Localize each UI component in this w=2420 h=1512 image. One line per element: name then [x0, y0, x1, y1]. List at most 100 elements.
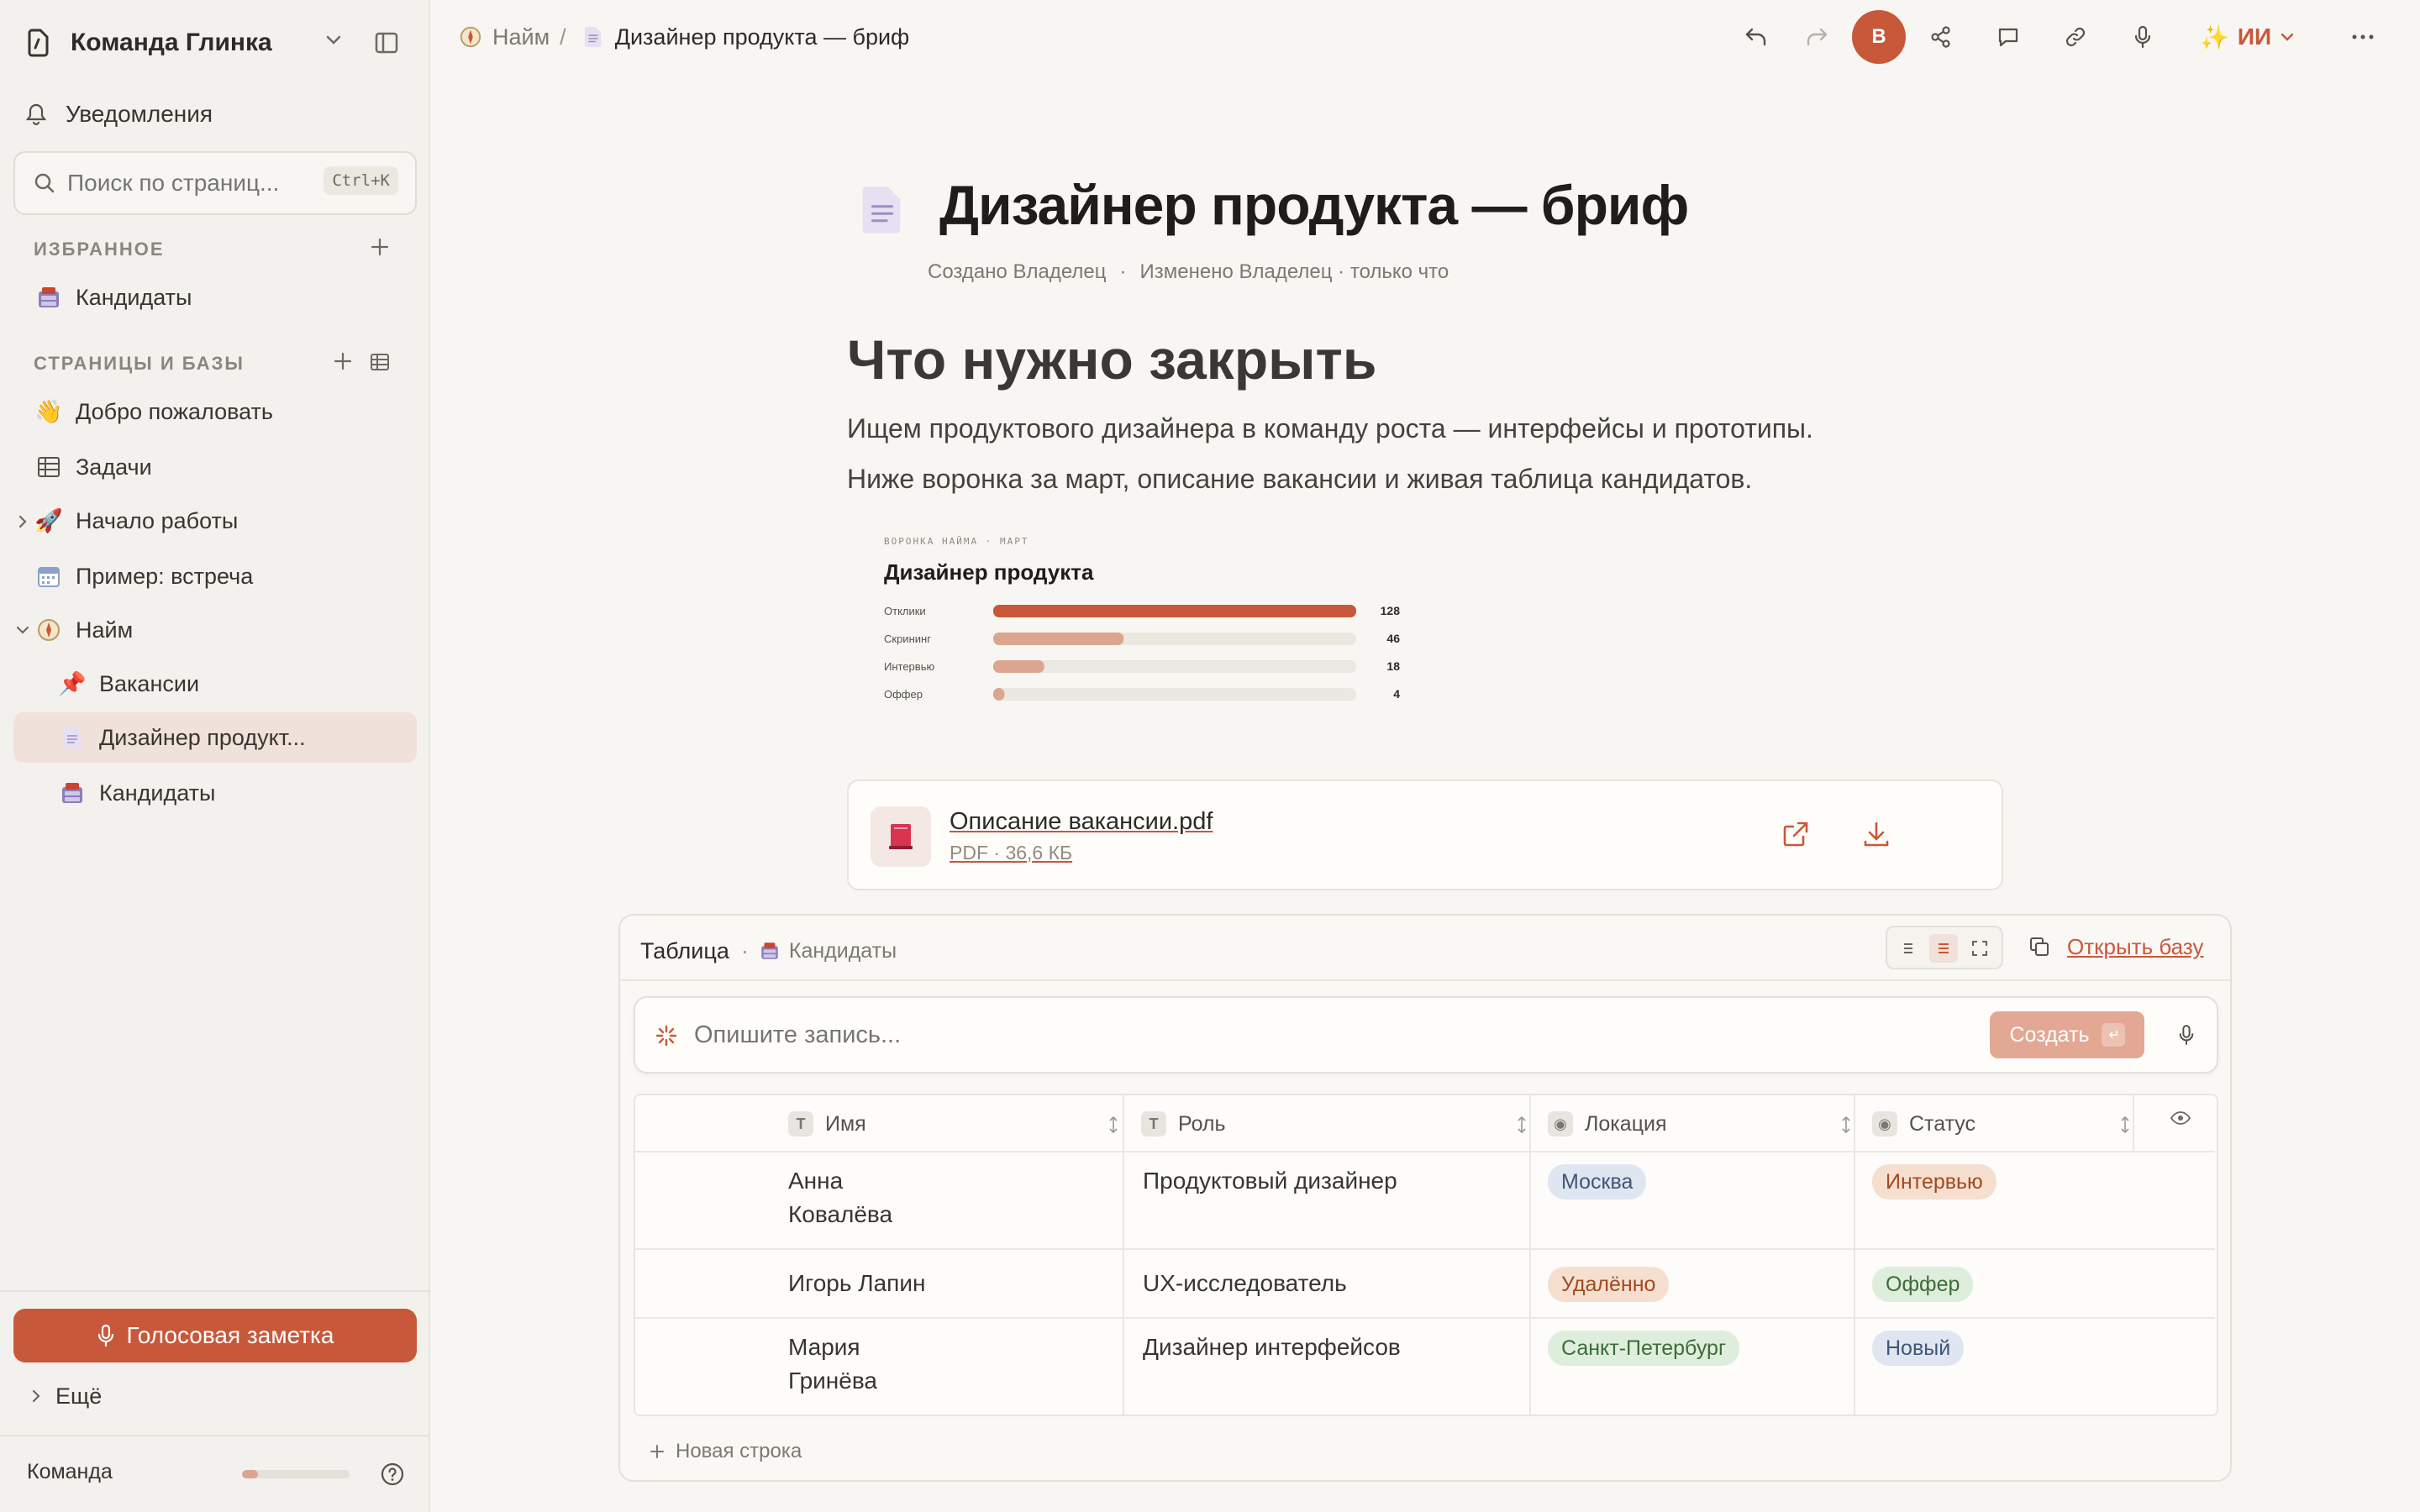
- microphone-icon[interactable]: [2178, 1023, 2195, 1047]
- search-icon: [34, 172, 55, 194]
- add-favorite-icon[interactable]: [370, 237, 390, 257]
- breadcrumb-current[interactable]: Дизайнер продукта — бриф: [615, 24, 910, 50]
- fullscreen-icon[interactable]: [1971, 940, 1988, 957]
- record-prompt-bar: Создать: [634, 996, 2218, 1074]
- sidebar-item-vacancies[interactable]: 📌 Вакансии: [13, 659, 417, 709]
- status-tag: Новый: [1872, 1331, 1965, 1366]
- link-icon[interactable]: [2055, 17, 2096, 57]
- page-title[interactable]: Дизайнер продукта — бриф: [939, 173, 1689, 237]
- new-row-button[interactable]: Новая строка: [649, 1435, 802, 1468]
- rocket-icon: 🚀: [34, 508, 63, 533]
- more-options-icon[interactable]: [2343, 17, 2383, 57]
- search-box[interactable]: Ctrl+K: [13, 151, 417, 215]
- sidebar-item-label: Дизайнер продукт...: [99, 724, 306, 750]
- chevron-down-icon[interactable]: [324, 34, 343, 47]
- avatar-letter: В: [1871, 25, 1886, 48]
- chevron-right-icon: [30, 1389, 42, 1404]
- record-prompt-input[interactable]: [694, 1016, 1954, 1053]
- database-source[interactable]: Кандидаты: [789, 939, 897, 963]
- header-separator: ·: [740, 937, 749, 963]
- paragraph[interactable]: Ниже воронка за март, описание вакансии …: [847, 464, 1752, 495]
- search-input[interactable]: [67, 170, 311, 197]
- density-switch: [1886, 926, 2003, 969]
- sidebar-item-hiring[interactable]: Найм: [13, 605, 417, 655]
- cabinet-icon: [34, 282, 64, 312]
- open-database-link[interactable]: Открыть базу: [2067, 934, 2203, 960]
- add-page-icon[interactable]: [333, 351, 353, 371]
- density-default-icon[interactable]: [1929, 934, 1958, 963]
- create-label: Создать: [2009, 1022, 2090, 1047]
- cell-role: Дизайнер интерфейсов: [1143, 1334, 1401, 1360]
- sparkle-icon: ✨: [2200, 24, 2229, 50]
- add-database-icon[interactable]: [370, 352, 390, 372]
- status-tag: Оффер: [1872, 1267, 1974, 1302]
- undo-icon[interactable]: [1736, 17, 1776, 57]
- sort-icon[interactable]: [2119, 1116, 2131, 1134]
- sort-icon[interactable]: [1107, 1116, 1119, 1134]
- funnel-title: Дизайнер продукта: [884, 559, 1094, 585]
- sidebar-item-label: Вакансии: [99, 670, 200, 696]
- avatar[interactable]: В: [1852, 10, 1906, 64]
- redo-icon[interactable]: [1797, 17, 1837, 57]
- notifications-item[interactable]: Уведомления: [25, 96, 213, 133]
- sidebar-item-welcome[interactable]: 👋 Добро пожаловать: [13, 386, 417, 437]
- text-type-icon: T: [788, 1111, 813, 1137]
- cell-status: Интервью: [1872, 1164, 1996, 1200]
- table-row[interactable]: Мария Гринёва Дизайнер интерфейсов Санкт…: [635, 1319, 2217, 1415]
- column-header-location[interactable]: ◉ Локация: [1548, 1095, 1667, 1152]
- sidebar-item-favorite-candidates[interactable]: Кандидаты: [13, 272, 417, 323]
- column-header-role[interactable]: T Роль: [1141, 1095, 1226, 1152]
- workspace-switcher[interactable]: Команда Глинка: [25, 22, 353, 64]
- section-heading[interactable]: Что нужно закрыть: [847, 328, 1376, 391]
- create-button[interactable]: Создать: [1990, 1011, 2144, 1058]
- funnel-label: Скрининг: [884, 633, 931, 645]
- help-icon[interactable]: [380, 1462, 405, 1487]
- column-header-name[interactable]: T Имя: [788, 1095, 866, 1152]
- download-icon[interactable]: [1862, 820, 1891, 848]
- sidebar-toggle-icon[interactable]: [375, 32, 398, 54]
- sidebar-item-getting-started[interactable]: 🚀 Начало работы: [13, 496, 417, 546]
- sidebar-item-meeting-example[interactable]: Пример: встреча: [13, 551, 417, 601]
- breadcrumb-parent[interactable]: Найм: [492, 24, 550, 50]
- table-row[interactable]: Игорь Лапин UX-исследователь Удалённо Оф…: [635, 1250, 2217, 1317]
- sidebar-item-label: Кандидаты: [99, 780, 216, 806]
- density-compact-icon[interactable]: [1901, 941, 1916, 956]
- select-type-icon: ◉: [1548, 1111, 1573, 1137]
- search-shortcut-badge: Ctrl+K: [324, 166, 398, 195]
- visibility-icon[interactable]: [2170, 1110, 2191, 1126]
- text-type-icon: T: [1141, 1111, 1166, 1137]
- cell-location: Москва: [1548, 1164, 1647, 1200]
- file-attachment-card[interactable]: Описание вакансии.pdf PDF · 36,6 КБ: [847, 780, 2003, 890]
- share-icon[interactable]: [1921, 17, 1961, 57]
- team-label: Команда: [27, 1460, 113, 1483]
- file-name[interactable]: Описание вакансии.pdf: [950, 808, 1213, 836]
- microphone-icon[interactable]: [2123, 17, 2163, 57]
- column-header-status[interactable]: ◉ Статус: [1872, 1095, 1975, 1152]
- document-icon: [583, 25, 603, 49]
- cell-name: Анна Ковалёва: [788, 1164, 892, 1231]
- name-line: Мария: [788, 1334, 860, 1360]
- open-external-icon[interactable]: [1781, 820, 1810, 848]
- sidebar-item-candidates[interactable]: Кандидаты: [13, 768, 417, 818]
- ai-button[interactable]: ✨ ИИ: [2200, 18, 2295, 55]
- funnel-bars: Отклики 128 Скрининг 46 Интервью 18 Оффер 4: [884, 604, 1400, 701]
- table-row[interactable]: Анна Ковалёва Продуктовый дизайнер Москв…: [635, 1152, 2217, 1248]
- cell-role: UX-исследователь: [1143, 1270, 1347, 1296]
- comment-icon[interactable]: [1988, 17, 2028, 57]
- sidebar-item-designer-brief[interactable]: Дизайнер продукт...: [13, 712, 417, 763]
- name-line: Анна: [788, 1168, 844, 1194]
- voice-note-button[interactable]: Голосовая заметка: [13, 1309, 417, 1362]
- view-tab-table[interactable]: Таблица: [640, 938, 729, 964]
- sort-icon[interactable]: [1516, 1116, 1528, 1134]
- table-icon: [34, 452, 64, 482]
- meta-created: Создано Владелец: [928, 260, 1107, 283]
- paragraph[interactable]: Ищем продуктового дизайнера в команду ро…: [847, 413, 1813, 444]
- cabinet-icon: [759, 940, 781, 962]
- sidebar-item-tasks[interactable]: Задачи: [13, 442, 417, 492]
- more-item[interactable]: Ещё: [30, 1379, 102, 1413]
- plus-icon: [649, 1443, 666, 1460]
- sort-icon[interactable]: [1840, 1116, 1852, 1134]
- sidebar-item-label: Кандидаты: [76, 284, 192, 310]
- copy-icon[interactable]: [2028, 936, 2050, 958]
- ai-sparkle-icon: [655, 1025, 677, 1047]
